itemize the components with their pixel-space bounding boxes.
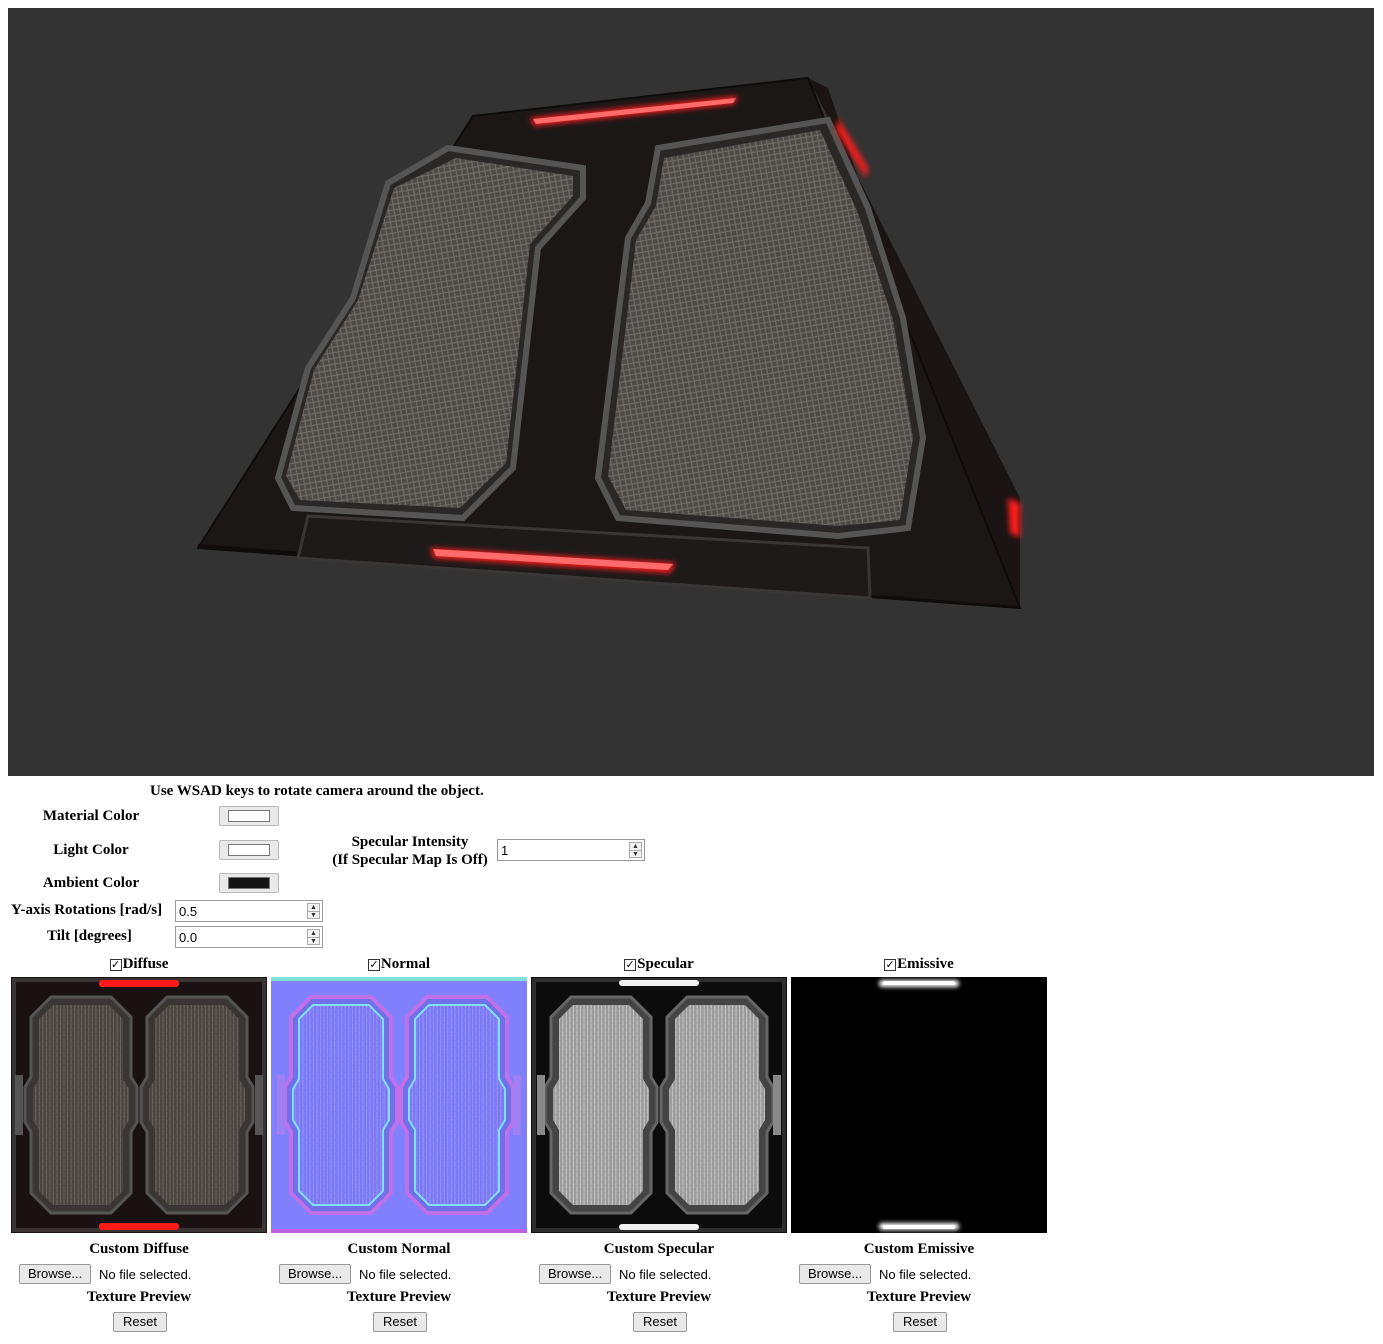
emissive-browse-button[interactable]: Browse...: [799, 1264, 872, 1284]
controls-hint: Use WSAD keys to rotate camera around th…: [150, 783, 484, 799]
specular-intensity-label-line1: Specular Intensity: [351, 834, 469, 850]
specular-preview-label: Texture Preview: [606, 1289, 712, 1305]
spin-down-icon[interactable]: ▼: [308, 911, 319, 919]
material-color-picker[interactable]: [219, 806, 279, 826]
material-color-label: Material Color: [42, 808, 140, 824]
spin-up-icon[interactable]: ▲: [308, 904, 319, 911]
normal-preview-label: Texture Preview: [346, 1289, 452, 1305]
spin-down-icon[interactable]: ▼: [630, 850, 641, 858]
specular-intensity-label: Specular Intensity (If Specular Map Is O…: [322, 833, 498, 869]
y-rotation-label: Y-axis Rotations [rad/s]: [11, 902, 163, 918]
custom-diffuse-label: Custom Diffuse: [89, 1241, 189, 1257]
normal-toggle-label: Normal: [380, 956, 431, 972]
emissive-toggle[interactable]: ✓ Emissive: [791, 956, 1047, 973]
diffuse-reset-button[interactable]: Reset: [113, 1312, 167, 1332]
specular-browse-button[interactable]: Browse...: [539, 1264, 612, 1284]
normal-toggle[interactable]: ✓ Normal: [271, 956, 527, 973]
ambient-color-picker[interactable]: [219, 873, 279, 893]
light-color-label: Light Color: [53, 842, 129, 858]
emissive-reset-button[interactable]: Reset: [893, 1312, 947, 1332]
emissive-toggle-label: Emissive: [897, 956, 954, 972]
specular-reset-button[interactable]: Reset: [633, 1312, 687, 1332]
material-color-swatch: [228, 810, 270, 822]
y-rotation-spinner[interactable]: ▲ ▼: [307, 903, 320, 919]
emissive-checkbox[interactable]: ✓: [884, 959, 897, 971]
ambient-color-label: Ambient Color: [42, 875, 140, 891]
normal-reset-button[interactable]: Reset: [373, 1312, 427, 1332]
light-color-swatch: [228, 844, 270, 856]
y-rotation-value: 0.5: [179, 904, 198, 919]
emissive-preview-label: Texture Preview: [866, 1289, 972, 1305]
emissive-texture-preview: [791, 977, 1047, 1233]
custom-specular-label: Custom Specular: [603, 1241, 715, 1257]
specular-toggle[interactable]: ✓ Specular: [531, 956, 787, 973]
normal-checkbox[interactable]: ✓: [367, 959, 380, 971]
diffuse-toggle[interactable]: ✓ Diffuse: [11, 956, 267, 973]
specular-intensity-label-line2: (If Specular Map Is Off): [332, 852, 488, 868]
normal-file-status: No file selected.: [359, 1267, 452, 1282]
tilt-label: Tilt [degrees]: [47, 928, 132, 944]
diffuse-texture-preview: [11, 977, 267, 1233]
custom-emissive-label: Custom Emissive: [863, 1241, 975, 1257]
specular-texture-preview: [531, 977, 787, 1233]
render-viewport[interactable]: [8, 8, 1374, 776]
normal-texture-preview: [271, 977, 527, 1233]
specular-checkbox[interactable]: ✓: [624, 959, 637, 971]
ambient-color-swatch: [228, 877, 270, 889]
specular-intensity-value: 1: [501, 843, 509, 858]
diffuse-browse-button[interactable]: Browse...: [19, 1264, 92, 1284]
diffuse-checkbox[interactable]: ✓: [109, 959, 122, 971]
specular-intensity-spinner[interactable]: ▲ ▼: [629, 842, 642, 858]
spin-up-icon[interactable]: ▲: [630, 843, 641, 850]
custom-normal-label: Custom Normal: [347, 1241, 451, 1257]
diffuse-toggle-label: Diffuse: [122, 956, 169, 972]
tilt-input[interactable]: 0.0 ▲ ▼: [175, 926, 323, 948]
spin-down-icon[interactable]: ▼: [308, 937, 319, 945]
diffuse-file-status: No file selected.: [99, 1267, 192, 1282]
normal-browse-button[interactable]: Browse...: [279, 1264, 352, 1284]
specular-intensity-input[interactable]: 1 ▲ ▼: [497, 839, 645, 861]
diffuse-preview-label: Texture Preview: [86, 1289, 192, 1305]
spin-up-icon[interactable]: ▲: [308, 930, 319, 937]
y-rotation-input[interactable]: 0.5 ▲ ▼: [175, 900, 323, 922]
emissive-file-status: No file selected.: [879, 1267, 972, 1282]
specular-file-status: No file selected.: [619, 1267, 712, 1282]
tilt-spinner[interactable]: ▲ ▼: [307, 929, 320, 945]
rendered-mesh: [196, 76, 1022, 610]
tilt-value: 0.0: [179, 930, 198, 945]
light-color-picker[interactable]: [219, 840, 279, 860]
specular-toggle-label: Specular: [637, 956, 694, 972]
